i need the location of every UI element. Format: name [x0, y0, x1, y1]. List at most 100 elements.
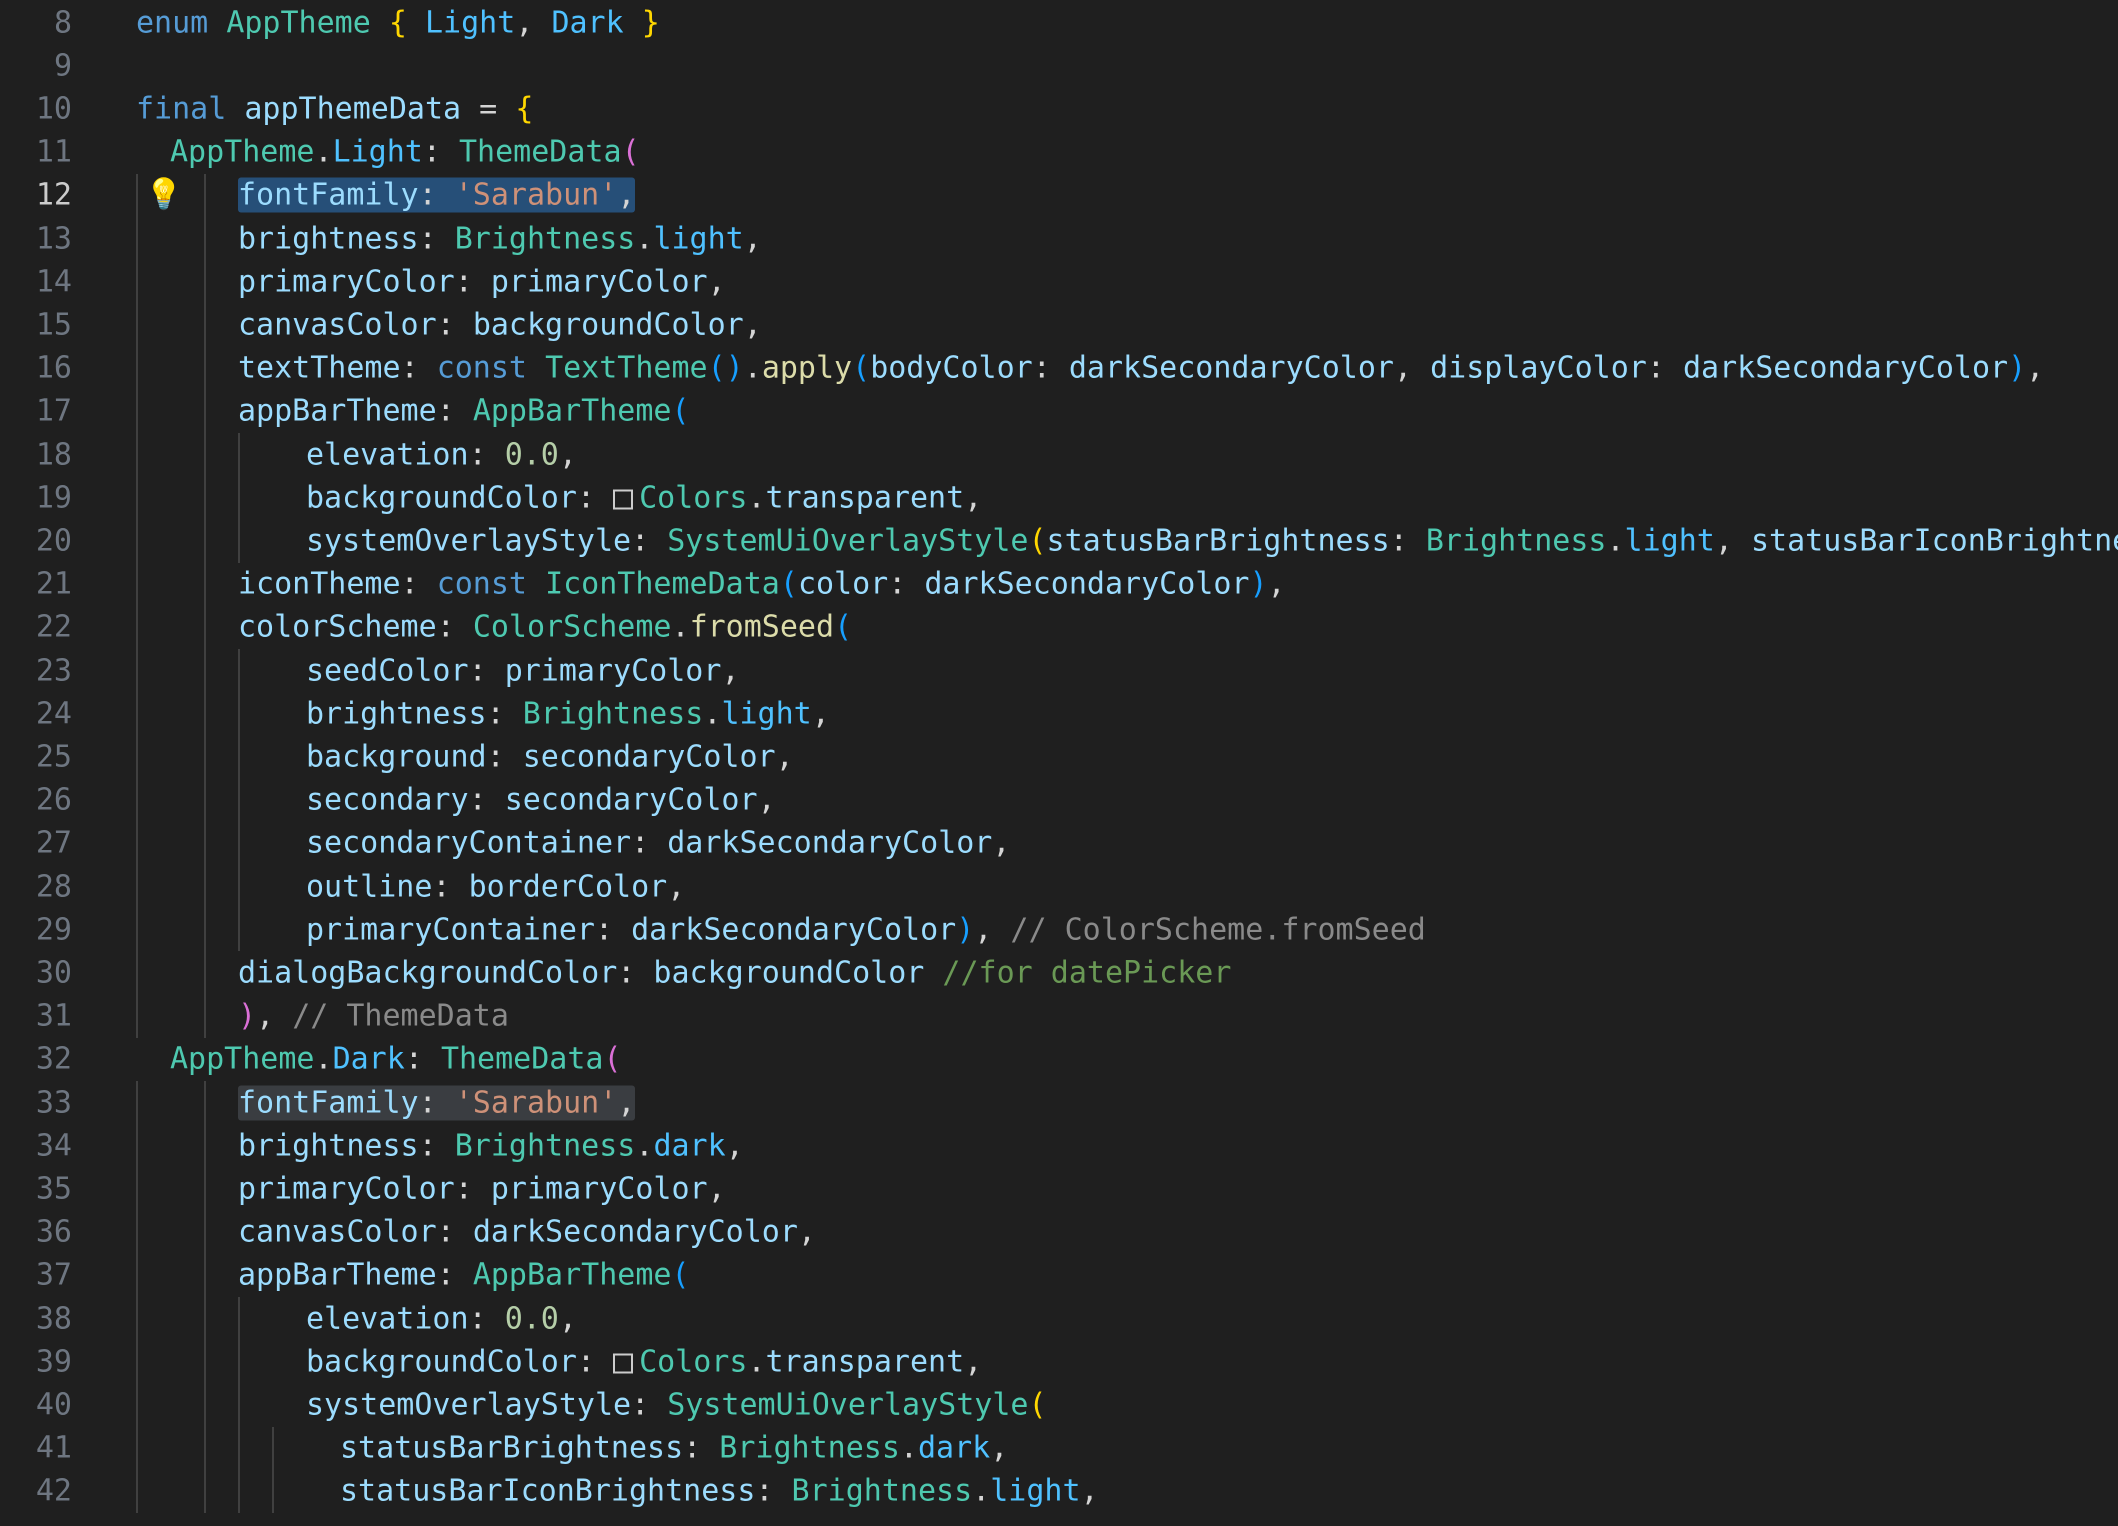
- code-line[interactable]: 12 💡 fontFamily: 'Sarabun',: [0, 173, 2118, 217]
- code-text[interactable]: canvasColor: darkSecondaryColor,: [238, 1215, 816, 1250]
- line-number[interactable]: 27: [0, 826, 72, 861]
- code-text[interactable]: textTheme: const TextTheme().apply(bodyC…: [238, 351, 2044, 386]
- code-editor[interactable]: 8 enum AppTheme { Light, Dark } 9 10 final a…: [0, 0, 2118, 1526]
- line-number[interactable]: 18: [0, 437, 72, 472]
- code-line[interactable]: 29 primaryContainer: darkSecondaryColor),…: [0, 908, 2118, 952]
- code-text[interactable]: fontFamily: 'Sarabun',: [238, 1085, 636, 1121]
- code-line[interactable]: 38 elevation: 0.0,: [0, 1297, 2118, 1341]
- code-line[interactable]: 26 secondary: secondaryColor,: [0, 778, 2118, 822]
- code-line[interactable]: 35 primaryColor: primaryColor,: [0, 1167, 2118, 1211]
- code-line[interactable]: 14 primaryColor: primaryColor,: [0, 260, 2118, 304]
- code-line[interactable]: 28 outline: borderColor,: [0, 865, 2118, 909]
- line-number[interactable]: 42: [0, 1474, 72, 1509]
- line-number[interactable]: 17: [0, 394, 72, 429]
- code-line[interactable]: 18 elevation: 0.0,: [0, 433, 2118, 477]
- code-line[interactable]: 16 textTheme: const TextTheme().apply(bod…: [0, 346, 2118, 390]
- line-number[interactable]: 37: [0, 1258, 72, 1293]
- color-swatch-icon[interactable]: [613, 489, 634, 510]
- line-number[interactable]: 14: [0, 264, 72, 299]
- line-number[interactable]: 21: [0, 567, 72, 602]
- line-number[interactable]: 40: [0, 1387, 72, 1422]
- line-number[interactable]: 38: [0, 1301, 72, 1336]
- code-text[interactable]: statusBarIconBrightness: Brightness.ligh…: [340, 1474, 1099, 1509]
- line-number[interactable]: 35: [0, 1171, 72, 1206]
- code-text[interactable]: elevation: 0.0,: [306, 437, 577, 472]
- code-line[interactable]: 21 iconTheme: const IconThemeData(color: …: [0, 562, 2118, 606]
- line-number[interactable]: 9: [0, 48, 72, 83]
- code-text[interactable]: primaryContainer: darkSecondaryColor), /…: [306, 912, 1426, 947]
- code-text[interactable]: AppTheme.Light: ThemeData(: [170, 135, 640, 170]
- code-text[interactable]: systemOverlayStyle: SystemUiOverlayStyle…: [306, 1387, 1047, 1422]
- code-text[interactable]: enum AppTheme { Light, Dark }: [136, 5, 660, 40]
- line-number[interactable]: 29: [0, 912, 72, 947]
- line-number[interactable]: 22: [0, 610, 72, 645]
- line-number[interactable]: 30: [0, 955, 72, 990]
- code-line[interactable]: 42 statusBarIconBrightness: Brightness.li…: [0, 1469, 2118, 1513]
- code-line[interactable]: 22 colorScheme: ColorScheme.fromSeed(: [0, 605, 2118, 649]
- code-text[interactable]: secondary: secondaryColor,: [306, 783, 776, 818]
- code-text[interactable]: AppTheme.Dark: ThemeData(: [170, 1042, 622, 1077]
- color-swatch-icon[interactable]: [613, 1353, 634, 1374]
- code-text[interactable]: brightness: Brightness.light,: [238, 221, 762, 256]
- code-line[interactable]: 20 systemOverlayStyle: SystemUiOverlaySty…: [0, 519, 2118, 563]
- line-number[interactable]: 34: [0, 1128, 72, 1163]
- code-text[interactable]: ), // ThemeData: [238, 999, 509, 1034]
- line-number[interactable]: 23: [0, 653, 72, 688]
- code-text[interactable]: iconTheme: const IconThemeData(color: da…: [238, 567, 1286, 602]
- code-line[interactable]: 39 backgroundColor: Colors.transparent,: [0, 1340, 2118, 1384]
- code-text[interactable]: appBarTheme: AppBarTheme(: [238, 1258, 690, 1293]
- line-number[interactable]: 20: [0, 523, 72, 558]
- code-text[interactable]: final appThemeData = {: [136, 91, 533, 126]
- code-line[interactable]: 8 enum AppTheme { Light, Dark }: [0, 1, 2118, 44]
- line-number[interactable]: 24: [0, 696, 72, 731]
- line-number[interactable]: 25: [0, 739, 72, 774]
- code-line[interactable]: 15 canvasColor: backgroundColor,: [0, 303, 2118, 347]
- code-text[interactable]: systemOverlayStyle: SystemUiOverlayStyle…: [306, 523, 2118, 558]
- code-line[interactable]: 32 AppTheme.Dark: ThemeData(: [0, 1038, 2118, 1081]
- line-number[interactable]: 41: [0, 1431, 72, 1466]
- code-text[interactable]: background: secondaryColor,: [306, 739, 794, 774]
- code-text[interactable]: primaryColor: primaryColor,: [238, 264, 726, 299]
- line-number[interactable]: 28: [0, 869, 72, 904]
- line-number[interactable]: 16: [0, 351, 72, 386]
- line-number[interactable]: 33: [0, 1085, 72, 1120]
- line-number[interactable]: 36: [0, 1215, 72, 1250]
- code-text[interactable]: fontFamily: 'Sarabun',: [238, 177, 636, 213]
- line-number[interactable]: 12: [0, 178, 72, 213]
- code-line[interactable]: 27 secondaryContainer: darkSecondaryColor…: [0, 821, 2118, 865]
- line-number[interactable]: 19: [0, 480, 72, 515]
- code-text[interactable]: outline: borderColor,: [306, 869, 685, 904]
- line-number[interactable]: 11: [0, 135, 72, 170]
- code-text[interactable]: secondaryContainer: darkSecondaryColor,: [306, 826, 1010, 861]
- code-text[interactable]: backgroundColor: Colors.transparent,: [306, 480, 982, 515]
- code-text[interactable]: appBarTheme: AppBarTheme(: [238, 394, 690, 429]
- code-text[interactable]: elevation: 0.0,: [306, 1301, 577, 1336]
- line-number[interactable]: 15: [0, 307, 72, 342]
- line-number[interactable]: 26: [0, 783, 72, 818]
- code-text[interactable]: primaryColor: primaryColor,: [238, 1171, 726, 1206]
- line-number[interactable]: 10: [0, 91, 72, 126]
- line-number[interactable]: 8: [0, 5, 72, 40]
- line-number[interactable]: 31: [0, 999, 72, 1034]
- code-line[interactable]: 25 background: secondaryColor,: [0, 735, 2118, 779]
- code-line[interactable]: 41 statusBarBrightness: Brightness.dark,: [0, 1426, 2118, 1470]
- lightbulb-icon[interactable]: 💡: [145, 180, 182, 210]
- code-line[interactable]: 37 appBarTheme: AppBarTheme(: [0, 1253, 2118, 1297]
- code-line[interactable]: 13 brightness: Brightness.light,: [0, 217, 2118, 261]
- code-text[interactable]: canvasColor: backgroundColor,: [238, 307, 762, 342]
- code-line[interactable]: 30 dialogBackgroundColor: backgroundColor…: [0, 951, 2118, 995]
- code-text[interactable]: brightness: Brightness.dark,: [238, 1128, 744, 1163]
- line-number[interactable]: 13: [0, 221, 72, 256]
- line-number[interactable]: 32: [0, 1042, 72, 1077]
- code-text[interactable]: brightness: Brightness.light,: [306, 696, 830, 731]
- code-line[interactable]: 10 final appThemeData = {: [0, 87, 2118, 130]
- code-line[interactable]: 40 systemOverlayStyle: SystemUiOverlaySty…: [0, 1383, 2118, 1427]
- code-text[interactable]: backgroundColor: Colors.transparent,: [306, 1344, 982, 1379]
- code-line[interactable]: 11 AppTheme.Light: ThemeData(: [0, 131, 2118, 174]
- code-line[interactable]: 9: [0, 44, 2118, 87]
- line-number[interactable]: 39: [0, 1344, 72, 1379]
- code-text[interactable]: statusBarBrightness: Brightness.dark,: [340, 1431, 1008, 1466]
- code-line[interactable]: 19 backgroundColor: Colors.transparent,: [0, 476, 2118, 520]
- code-text[interactable]: dialogBackgroundColor: backgroundColor /…: [238, 955, 1231, 990]
- code-line[interactable]: 31 ), // ThemeData: [0, 994, 2118, 1038]
